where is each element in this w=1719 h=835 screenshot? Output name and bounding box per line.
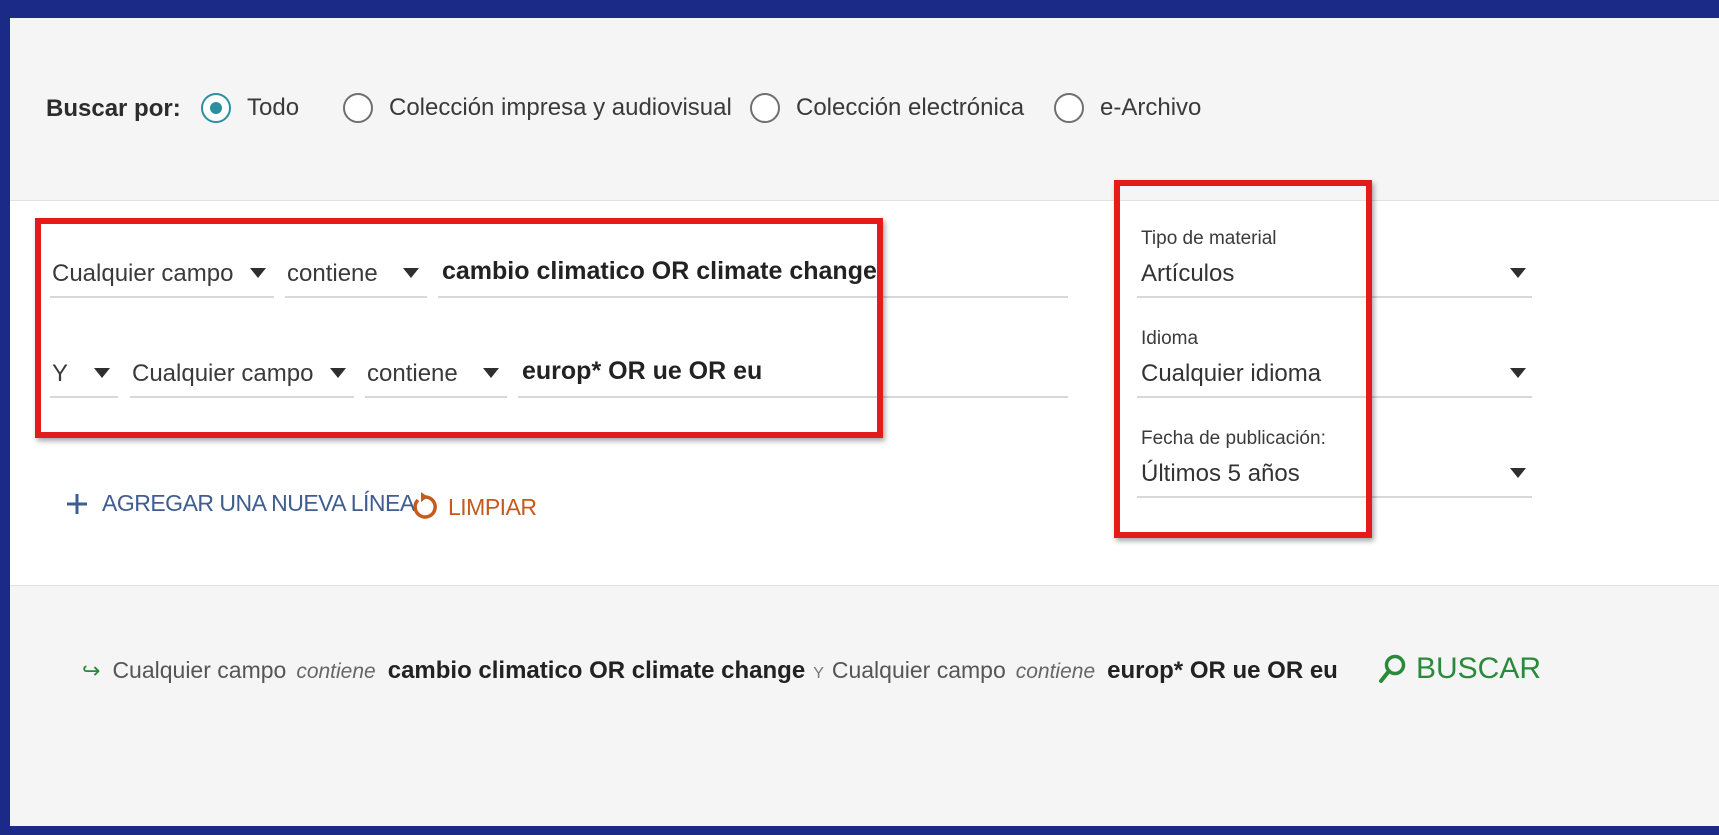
material-type-select[interactable]: Artículos bbox=[1137, 250, 1532, 298]
language-value: Cualquier idioma bbox=[1141, 360, 1322, 387]
summary-operator: contiene bbox=[1015, 660, 1096, 683]
material-type-value: Artículos bbox=[1141, 260, 1235, 287]
radio-unchecked-icon[interactable] bbox=[343, 93, 373, 123]
scope-option-label: Colección impresa y audiovisual bbox=[389, 94, 732, 121]
arrow-right-icon: ↪ bbox=[82, 658, 101, 683]
search-icon bbox=[1379, 654, 1406, 683]
scope-option-earchivo[interactable]: e-Archivo bbox=[1054, 93, 1201, 123]
query-input-row1[interactable]: cambio climatico OR climate change bbox=[438, 250, 1068, 298]
radio-unchecked-icon[interactable] bbox=[1054, 93, 1084, 123]
clear-button[interactable]: LIMPIAR bbox=[410, 490, 537, 524]
search-button[interactable]: BUSCAR bbox=[1378, 652, 1541, 686]
scope-option-label: Colección electrónica bbox=[796, 94, 1025, 121]
plus-icon bbox=[67, 493, 87, 514]
scope-option-print[interactable]: Colección impresa y audiovisual bbox=[343, 93, 732, 123]
publication-date-value: Últimos 5 años bbox=[1141, 460, 1300, 487]
summary-term: cambio climatico OR climate change bbox=[387, 657, 806, 684]
scope-option-label: Todo bbox=[247, 94, 300, 121]
query-input-value: europ* OR ue OR eu bbox=[522, 357, 763, 385]
radio-checked-icon[interactable] bbox=[201, 93, 231, 123]
material-type-label: Tipo de material bbox=[1141, 228, 1277, 249]
boolean-select-value: Y bbox=[52, 360, 69, 387]
query-summary-bar bbox=[10, 585, 1719, 826]
query-input-value: cambio climatico OR climate change bbox=[442, 257, 877, 285]
chevron-down-icon bbox=[1510, 368, 1526, 378]
chevron-down-icon bbox=[1510, 468, 1526, 478]
summary-term: europ* OR ue OR eu bbox=[1107, 657, 1338, 684]
chevron-down-icon bbox=[330, 368, 346, 378]
query-input-row2[interactable]: europ* OR ue OR eu bbox=[518, 350, 1068, 398]
field-select-row2[interactable]: Cualquier campo bbox=[130, 350, 354, 398]
summary-boolean: Y bbox=[813, 665, 824, 682]
field-select-row1[interactable]: Cualquier campo bbox=[50, 250, 274, 298]
language-select[interactable]: Cualquier idioma bbox=[1137, 350, 1532, 398]
field-select-value: Cualquier campo bbox=[132, 360, 314, 387]
boolean-select-row2[interactable]: Y bbox=[50, 350, 118, 398]
reset-icon bbox=[413, 492, 437, 519]
add-line-label: AGREGAR UNA NUEVA LÍNEA bbox=[102, 490, 415, 516]
language-label: Idioma bbox=[1141, 328, 1199, 349]
summary-field: Cualquier campo bbox=[112, 657, 287, 683]
chevron-down-icon bbox=[250, 268, 266, 278]
search-button-label: BUSCAR bbox=[1416, 652, 1542, 685]
scope-option-todo[interactable]: Todo bbox=[201, 93, 299, 123]
operator-select-row2[interactable]: contiene bbox=[365, 350, 507, 398]
chevron-down-icon bbox=[483, 368, 499, 378]
field-select-value: Cualquier campo bbox=[52, 260, 234, 287]
operator-select-value: contiene bbox=[367, 360, 458, 387]
summary-field: Cualquier campo bbox=[831, 657, 1006, 683]
operator-select-value: contiene bbox=[287, 260, 378, 287]
radio-unchecked-icon[interactable] bbox=[750, 93, 780, 123]
summary-operator: contiene bbox=[296, 660, 376, 683]
search-scope-label: Buscar por: bbox=[46, 95, 181, 122]
chevron-down-icon bbox=[1510, 268, 1526, 278]
scope-option-label: e-Archivo bbox=[1100, 94, 1202, 121]
publication-date-select[interactable]: Últimos 5 años bbox=[1137, 450, 1532, 498]
scope-option-electronic[interactable]: Colección electrónica bbox=[750, 93, 1024, 123]
operator-select-row1[interactable]: contiene bbox=[285, 250, 427, 298]
add-line-button[interactable]: AGREGAR UNA NUEVA LÍNEA bbox=[64, 490, 415, 517]
publication-date-label: Fecha de publicación: bbox=[1141, 428, 1326, 449]
query-summary: ↪ Cualquier campo contiene cambio climat… bbox=[82, 657, 1346, 685]
clear-label: LIMPIAR bbox=[448, 493, 537, 520]
chevron-down-icon bbox=[403, 268, 419, 278]
chevron-down-icon bbox=[94, 368, 110, 378]
